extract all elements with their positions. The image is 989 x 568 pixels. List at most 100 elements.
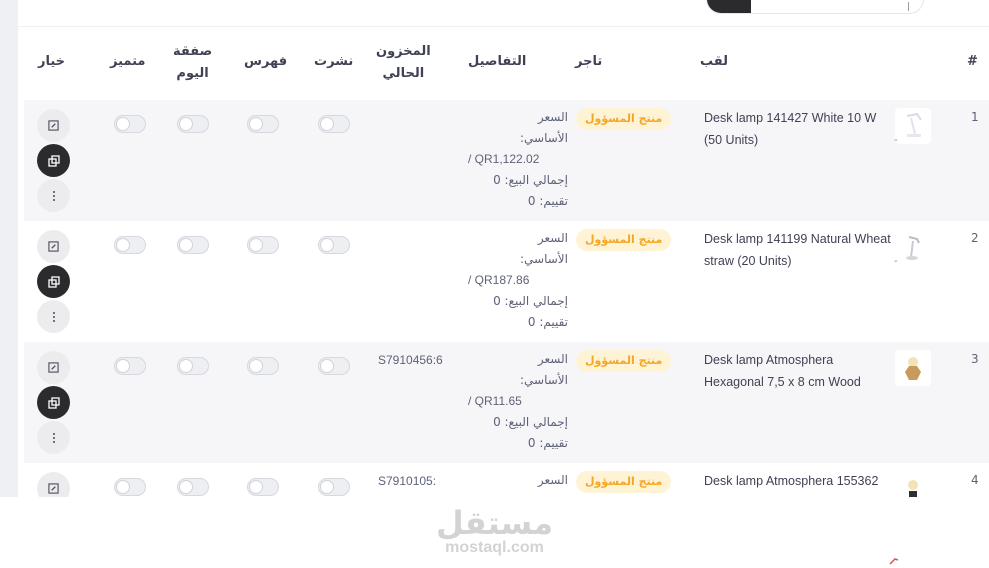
edit-icon <box>48 120 59 131</box>
product-title[interactable]: Desk lamp Atmosphera 155362 <box>704 470 894 492</box>
duplicate-button[interactable] <box>37 144 70 177</box>
col-header-deal-of-day: صفقة اليوم <box>173 41 212 85</box>
index-toggle[interactable] <box>247 236 279 254</box>
published-toggle[interactable] <box>318 357 350 375</box>
merchant-badge: منتج المسؤول <box>576 350 672 372</box>
toggle-knob <box>321 360 333 372</box>
details-rating: تقييم: 0 <box>527 194 568 208</box>
search-input-caret <box>908 2 909 11</box>
product-details: السعر <box>468 470 568 491</box>
details-price-label-2: الأساسي: <box>520 373 568 387</box>
current-stock: S7910105: <box>378 474 437 488</box>
index-toggle[interactable] <box>247 478 279 496</box>
red-mark-icon <box>889 558 899 565</box>
toggle-knob <box>117 239 129 251</box>
product-title[interactable]: Desk lamp 141427 White 10 W (50 Units) <box>704 107 894 151</box>
product-thumbnail[interactable] <box>895 471 931 497</box>
published-toggle[interactable] <box>318 236 350 254</box>
copy-icon <box>47 275 60 288</box>
col-header-deal-line1: صفقة <box>173 44 213 59</box>
deal-of-day-toggle[interactable] <box>177 236 209 254</box>
product-thumbnail[interactable] <box>895 350 931 386</box>
details-price-label-1: السعر <box>537 352 568 366</box>
edit-button[interactable] <box>37 109 70 142</box>
search-button[interactable] <box>707 0 751 13</box>
edit-button[interactable] <box>37 472 70 497</box>
product-title[interactable]: Desk lamp Atmosphera Hexagonal 7,5 x 8 c… <box>704 349 894 393</box>
current-stock: S7910456:6 <box>378 353 443 367</box>
featured-toggle[interactable] <box>114 115 146 133</box>
thumbnail-dash: - <box>894 256 898 267</box>
row-number: 2 <box>971 231 979 245</box>
details-price: / QR1,122.02 <box>468 152 540 166</box>
product-title[interactable]: Desk lamp 141199 Natural Wheat straw (20… <box>704 228 894 272</box>
more-options-button[interactable] <box>37 421 70 454</box>
edit-button[interactable] <box>37 351 70 384</box>
duplicate-button[interactable] <box>37 386 70 419</box>
toggle-knob <box>321 481 333 493</box>
index-toggle[interactable] <box>247 357 279 375</box>
mostaql-watermark-logo: مستقل mostaql.com <box>432 505 557 560</box>
lamp-image-icon <box>906 236 920 260</box>
more-vertical-icon <box>52 311 55 322</box>
details-rating: تقييم: 0 <box>527 315 568 329</box>
product-thumbnail[interactable] <box>895 229 931 265</box>
table-header: # لقب تاجر التفاصيل المخزون الحالي نشرت … <box>18 26 989 100</box>
table-row: 3 Desk lamp Atmosphera Hexagonal 7,5 x 8… <box>24 342 989 463</box>
row-number: 3 <box>971 352 979 366</box>
deal-of-day-toggle[interactable] <box>177 115 209 133</box>
col-header-merchant: تاجر <box>575 54 603 69</box>
row-number: 1 <box>971 110 979 124</box>
copy-icon <box>47 396 60 409</box>
merchant-badge: منتج المسؤول <box>576 108 672 130</box>
search-box[interactable] <box>706 0 924 14</box>
col-header-stock-line1: المخزون <box>376 44 431 59</box>
lamp-image-icon <box>908 480 918 497</box>
product-thumbnail[interactable] <box>895 108 931 144</box>
row-number: 4 <box>971 473 979 487</box>
published-toggle[interactable] <box>318 115 350 133</box>
featured-toggle[interactable] <box>114 357 146 375</box>
merchant-badge: منتج المسؤول <box>576 229 672 251</box>
toggle-knob <box>250 481 262 493</box>
index-toggle[interactable] <box>247 115 279 133</box>
col-header-option: خيار <box>38 54 66 69</box>
toggle-knob <box>250 239 262 251</box>
deal-of-day-toggle[interactable] <box>177 357 209 375</box>
details-total-sales: إجمالي البيع: 0 <box>493 415 568 429</box>
col-header-deal-line2: اليوم <box>176 66 209 81</box>
toggle-knob <box>321 239 333 251</box>
table-row: 2 - Desk lamp 141199 Natural Wheat straw… <box>24 221 989 342</box>
deal-of-day-toggle[interactable] <box>177 478 209 496</box>
details-price-label-1: السعر <box>537 231 568 245</box>
duplicate-button[interactable] <box>37 265 70 298</box>
lamp-image-icon <box>906 112 922 137</box>
merchant-badge: منتج المسؤول <box>576 471 672 493</box>
more-options-button[interactable] <box>37 300 70 333</box>
details-price-label-1: السعر <box>537 110 568 124</box>
more-vertical-icon <box>52 190 55 201</box>
featured-toggle[interactable] <box>114 478 146 496</box>
details-rating: تقييم: 0 <box>527 436 568 450</box>
details-price-label-2: الأساسي: <box>520 131 568 145</box>
featured-toggle[interactable] <box>114 236 146 254</box>
edit-button[interactable] <box>37 230 70 263</box>
toggle-knob <box>321 118 333 130</box>
details-price: / QR11.65 <box>468 394 522 408</box>
products-screen: # لقب تاجر التفاصيل المخزون الحالي نشرت … <box>0 0 989 497</box>
toggle-knob <box>117 360 129 372</box>
toggle-knob <box>180 360 192 372</box>
more-vertical-icon <box>52 432 55 443</box>
col-header-stock: المخزون الحالي <box>376 41 431 85</box>
toggle-knob <box>180 239 192 251</box>
more-options-button[interactable] <box>37 179 70 212</box>
toggle-knob <box>180 481 192 493</box>
product-details: السعر الأساسي: / QR1,122.02 إجمالي البيع… <box>468 107 568 212</box>
published-toggle[interactable] <box>318 478 350 496</box>
toggle-knob <box>117 118 129 130</box>
toggle-knob <box>250 360 262 372</box>
edit-icon <box>48 241 59 252</box>
toggle-knob <box>180 118 192 130</box>
edit-icon <box>48 483 59 494</box>
col-header-stock-line2: الحالي <box>382 66 425 81</box>
